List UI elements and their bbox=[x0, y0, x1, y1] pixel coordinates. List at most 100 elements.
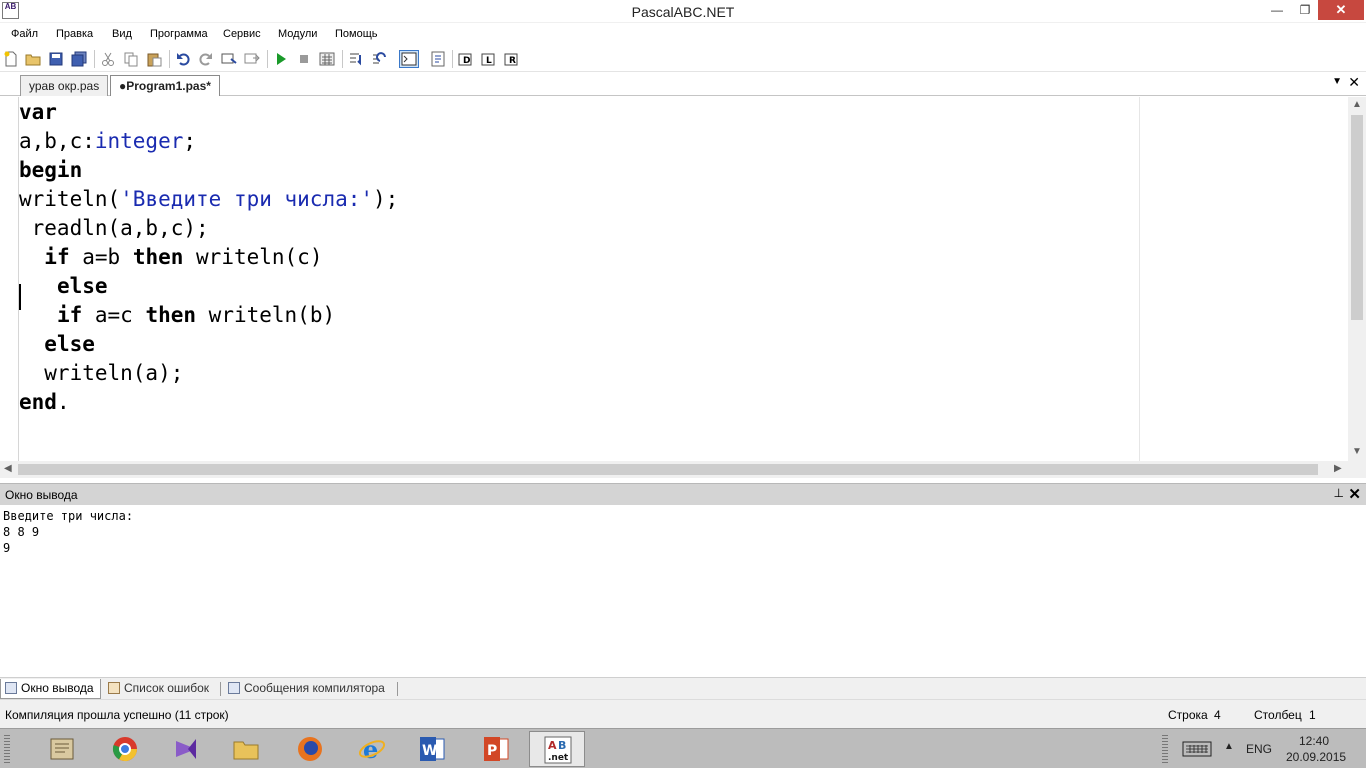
tab-urav-okr[interactable]: урав окр.pas bbox=[20, 75, 109, 96]
new-file-icon[interactable] bbox=[3, 51, 19, 67]
save-all-icon[interactable] bbox=[71, 51, 87, 67]
code-line[interactable]: end. bbox=[19, 388, 398, 417]
find-icon[interactable] bbox=[221, 51, 237, 67]
code-token: ; bbox=[183, 129, 197, 153]
scroll-up-icon[interactable]: ▲ bbox=[1352, 99, 1362, 110]
replace-icon[interactable] bbox=[244, 51, 260, 67]
horizontal-scroll-thumb[interactable] bbox=[18, 464, 1318, 475]
clock-date[interactable]: 20.09.2015 bbox=[1286, 750, 1346, 764]
tab-label: Окно вывода bbox=[21, 681, 94, 695]
menu-file[interactable]: Файл bbox=[11, 28, 38, 40]
scroll-down-icon[interactable]: ▼ bbox=[1352, 446, 1362, 457]
menu-edit[interactable]: Правка bbox=[56, 28, 93, 40]
clock-time[interactable]: 12:40 bbox=[1299, 734, 1329, 748]
toolbar-separator bbox=[342, 50, 343, 68]
taskbar-pascalabc[interactable]: A B .net bbox=[529, 731, 585, 767]
code-line[interactable]: begin bbox=[19, 156, 398, 185]
code-line[interactable]: writeln(a); bbox=[19, 359, 398, 388]
code-line[interactable]: var bbox=[19, 98, 398, 127]
stop-icon[interactable] bbox=[296, 51, 312, 67]
tab-program1[interactable]: ●Program1.pas* bbox=[110, 75, 220, 96]
tab-compiler-messages[interactable]: Сообщения компилятора bbox=[224, 679, 391, 699]
row-value: 4 bbox=[1214, 708, 1221, 722]
code-line[interactable]: else bbox=[19, 330, 398, 359]
toolbar-separator bbox=[267, 50, 268, 68]
close-tab-icon[interactable]: ✕ bbox=[1348, 74, 1360, 91]
code-line[interactable]: readln(a,b,c); bbox=[19, 214, 398, 243]
code-line[interactable]: a,b,c:integer; bbox=[19, 127, 398, 156]
code-editor[interactable]: var a,b,c:integer; begin writeln('Введите т… bbox=[0, 97, 1348, 461]
scroll-right-icon[interactable]: ▶ bbox=[1334, 463, 1342, 474]
code-token: writeln(c) bbox=[183, 245, 323, 269]
text-caret bbox=[19, 284, 21, 310]
copy-icon[interactable] bbox=[123, 51, 139, 67]
tab-output-window[interactable]: Окно вывода bbox=[0, 679, 101, 699]
menu-service[interactable]: Сервис bbox=[223, 28, 261, 40]
taskbar-firefox[interactable] bbox=[282, 731, 338, 767]
title-bar: AB PascalABC.NET — ❐ ✕ bbox=[0, 0, 1366, 23]
svg-text:D: D bbox=[463, 56, 470, 66]
vertical-scroll-thumb[interactable] bbox=[1351, 115, 1363, 320]
pascalabc-icon: A B.net bbox=[544, 736, 572, 764]
taskbar-internet-explorer[interactable]: e bbox=[344, 731, 400, 767]
taskbar-file-manager[interactable] bbox=[34, 731, 90, 767]
menu-program[interactable]: Программа bbox=[150, 28, 208, 40]
menu-modules[interactable]: Модули bbox=[278, 28, 317, 40]
tab-error-list[interactable]: Список ошибок bbox=[104, 679, 215, 699]
paste-icon[interactable] bbox=[146, 51, 162, 67]
toolbar: D L R bbox=[0, 46, 1366, 72]
step-over-icon[interactable] bbox=[371, 51, 387, 67]
tab-list-dropdown-icon[interactable]: ▼ bbox=[1332, 76, 1342, 87]
minimize-button[interactable]: — bbox=[1262, 0, 1292, 21]
menu-view[interactable]: Вид bbox=[112, 28, 132, 40]
taskbar-powerpoint[interactable]: P bbox=[468, 731, 524, 767]
debug-view-icon-1[interactable]: D bbox=[458, 51, 474, 67]
output-window[interactable]: Введите три числа: 8 8 9 9 bbox=[0, 505, 1366, 677]
compiler-messages-icon bbox=[228, 682, 240, 694]
undo-icon[interactable] bbox=[175, 51, 191, 67]
status-bar: Компиляция прошла успешно (11 строк) Стр… bbox=[0, 699, 1366, 728]
save-icon[interactable] bbox=[48, 51, 64, 67]
code-token: if bbox=[56, 303, 83, 327]
maximize-button[interactable]: ❐ bbox=[1290, 0, 1320, 21]
scroll-left-icon[interactable]: ◀ bbox=[4, 463, 12, 474]
run-icon[interactable] bbox=[273, 51, 289, 67]
tab-separator bbox=[220, 682, 221, 696]
editor-vertical-scrollbar[interactable]: ▲ ▼ bbox=[1348, 97, 1366, 461]
toolbar-separator bbox=[452, 50, 453, 68]
taskbar-folder[interactable] bbox=[218, 731, 274, 767]
code-line[interactable]: if a=c then writeln(b) bbox=[19, 301, 398, 330]
taskbar-word[interactable]: W bbox=[404, 731, 460, 767]
redo-icon[interactable] bbox=[198, 51, 214, 67]
close-window-button[interactable]: ✕ bbox=[1318, 0, 1364, 20]
pin-icon[interactable]: ⊥ bbox=[1334, 486, 1344, 500]
output-window-toggle-icon[interactable] bbox=[399, 50, 419, 68]
cut-icon[interactable] bbox=[100, 51, 116, 67]
debug-view-icon-2[interactable]: L bbox=[481, 51, 497, 67]
taskbar-chrome[interactable] bbox=[97, 731, 153, 767]
show-hidden-icons-icon[interactable]: ▲ bbox=[1224, 741, 1234, 752]
code-text[interactable]: var a,b,c:integer; begin writeln('Введите т… bbox=[19, 98, 398, 417]
compile-icon[interactable] bbox=[319, 51, 335, 67]
editor-horizontal-scrollbar[interactable]: ◀ ▶ bbox=[0, 461, 1348, 478]
taskbar: e W P A B .net ▲ ENG 12:40 20.09.2015 bbox=[0, 728, 1366, 768]
code-line[interactable]: else bbox=[19, 272, 398, 301]
row-label: Строка bbox=[1168, 708, 1208, 722]
taskbar-visual-studio[interactable] bbox=[158, 731, 214, 767]
code-token: a=c bbox=[82, 303, 146, 327]
svg-text:e: e bbox=[363, 735, 378, 763]
toolbar-separator bbox=[94, 50, 95, 68]
code-line[interactable]: if a=b then writeln(c) bbox=[19, 243, 398, 272]
column-value: 1 bbox=[1309, 708, 1316, 722]
open-folder-icon[interactable] bbox=[25, 51, 41, 67]
chrome-icon bbox=[112, 737, 137, 762]
code-line[interactable]: writeln('Введите три числа:'); bbox=[19, 185, 398, 214]
close-output-icon[interactable]: ✕ bbox=[1348, 485, 1361, 503]
code-token: begin bbox=[19, 158, 83, 182]
keyboard-icon[interactable] bbox=[1182, 740, 1212, 758]
menu-help[interactable]: Помощь bbox=[335, 28, 378, 40]
form-designer-icon[interactable] bbox=[430, 51, 446, 67]
step-into-icon[interactable] bbox=[348, 51, 364, 67]
debug-view-icon-3[interactable]: R bbox=[504, 51, 520, 67]
language-indicator[interactable]: ENG bbox=[1246, 742, 1272, 756]
